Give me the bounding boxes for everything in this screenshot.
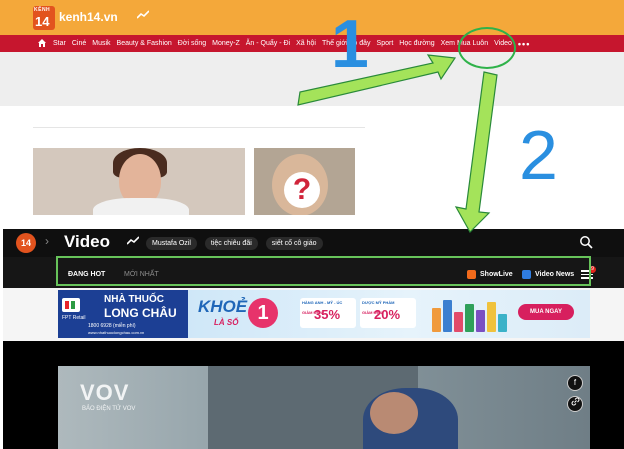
fpt-logo-icon — [62, 298, 80, 312]
video-player[interactable]: VOV BẢO ĐIỆN TỬ VOV — [58, 366, 590, 449]
trending-icon — [126, 236, 140, 248]
tag-siet-co-co-giao[interactable]: siết cổ cô giáo — [265, 237, 323, 250]
nav-item-beauty-fashion[interactable]: Beauty & Fashion — [117, 40, 172, 47]
facebook-share-icon[interactable]: f — [567, 375, 583, 391]
annotation-highlight-frame — [56, 256, 591, 286]
annotation-step-2: 2 — [519, 116, 558, 194]
video-page-header: 14 › Video Mustafa Ozil tiệc chiêu đãi s… — [3, 229, 624, 257]
video-page-title[interactable]: Video — [64, 232, 110, 252]
discount-value: 20% — [374, 307, 401, 322]
ad-subline: LÀ SỐ — [214, 318, 239, 327]
long-chau-ad[interactable]: FPT Retail NHÀ THUỐC LONG CHÂU 1800 6928… — [58, 290, 188, 338]
ad-headline: KHOẺ — [198, 297, 248, 316]
more-menu-icon[interactable]: ••• — [518, 39, 530, 49]
ad-hotline: 1800 6928 (miễn phí) — [88, 323, 136, 329]
nav-item-cine[interactable]: Ciné — [72, 40, 86, 47]
trending-tags: Mustafa Ozil tiệc chiêu đãi siết cổ cô g… — [146, 237, 331, 250]
product-images — [432, 296, 512, 332]
vov-watermark: VOV — [80, 380, 130, 405]
nav-item-sport[interactable]: Sport — [377, 40, 394, 47]
fpt-retail-label: FPT Retail — [62, 315, 86, 321]
discount-box-1: HÀNG ANH - MỸ - ÚC GIẢM ĐẾN 35% — [300, 298, 356, 328]
ad-website: www.nhathuoclongchau.com.vn — [88, 330, 145, 335]
logo-number: 14 — [35, 14, 50, 29]
ad-placeholder-band — [0, 52, 624, 106]
ad-line-long-chau: LONG CHÂU — [104, 306, 177, 320]
home-icon[interactable] — [38, 38, 46, 49]
copy-link-icon[interactable] — [567, 396, 583, 412]
nav-item-doi-song[interactable]: Đời sống — [178, 40, 206, 47]
article-thumbnail-woman[interactable] — [33, 148, 245, 215]
nav-item-star[interactable]: Star — [53, 40, 66, 47]
tag-mustafa-ozil[interactable]: Mustafa Ozil — [146, 237, 197, 250]
site-name[interactable]: kenh14.vn — [59, 10, 118, 24]
nav-item-money-z[interactable]: Money-Z — [212, 40, 240, 47]
video-logo[interactable]: 14 — [16, 233, 36, 253]
discount-box-title: HÀNG ANH - MỸ - ÚC — [302, 300, 343, 305]
buy-now-button[interactable]: MUA NGAY — [518, 304, 574, 320]
annotation-circle — [458, 27, 516, 69]
logo-small-text: KÊNH — [34, 7, 51, 13]
ad-line-nha-thuoc: NHÀ THUỐC — [104, 294, 164, 305]
nav-item-xa-hoi[interactable]: Xã hội — [296, 40, 316, 47]
video-frame-head — [370, 392, 418, 434]
annotation-step-1: 1 — [331, 6, 369, 82]
thumb-shirt — [93, 198, 189, 215]
heart-number-badge: 1 — [248, 298, 278, 328]
nav-item-an-quay-di[interactable]: Ăn - Quẩy - Đi — [246, 40, 290, 47]
article-thumbnail-question[interactable]: ? — [254, 148, 355, 215]
search-icon[interactable] — [579, 235, 593, 249]
tag-tiec-chieu-dai[interactable]: tiệc chiêu đãi — [204, 237, 258, 250]
question-mark-icon: ? — [284, 172, 320, 208]
kenh14-header: KÊNH 14 kenh14.vn — [0, 0, 624, 35]
kenh14-nav-bar: Star Ciné Musik Beauty & Fashion Đời sốn… — [0, 35, 624, 52]
discount-box-title: DƯỢC MỸ PHẨM — [362, 300, 395, 305]
discount-box-2: DƯỢC MỸ PHẨM GIẢM ĐẾN 20% — [360, 298, 416, 328]
screenshot-stage: KÊNH 14 kenh14.vn Star Ciné Musik Beauty… — [0, 0, 624, 449]
kenh14-logo[interactable]: KÊNH 14 — [33, 6, 55, 30]
discount-value: 35% — [314, 307, 341, 322]
trending-icon[interactable] — [136, 10, 150, 22]
nav-item-hoc-duong[interactable]: Học đường — [399, 40, 434, 47]
chevron-right-icon: › — [45, 234, 49, 248]
khoe-la-so-1-ad[interactable]: KHOẺ LÀ SỐ 1 HÀNG ANH - MỸ - ÚC GIẢM ĐẾN… — [188, 290, 590, 338]
nav-item-musik[interactable]: Musik — [92, 40, 110, 47]
vov-watermark-sub: BẢO ĐIỆN TỬ VOV — [82, 406, 136, 412]
